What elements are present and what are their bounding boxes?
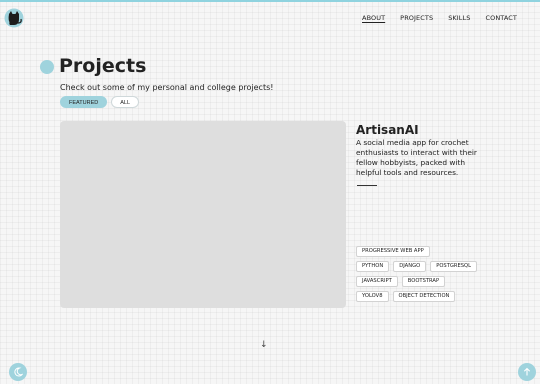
theme-toggle-button[interactable] xyxy=(9,363,27,381)
top-accent-bar xyxy=(0,0,540,2)
project-title: ArtisanAI xyxy=(356,123,419,137)
main-nav: ABOUT PROJECTS SKILLS CONTACT xyxy=(362,14,517,22)
tag-django: DJANGO xyxy=(393,261,427,272)
nav-contact[interactable]: CONTACT xyxy=(485,14,517,22)
scroll-down-arrow-icon[interactable]: ↓ xyxy=(260,340,268,350)
title-dot xyxy=(40,60,54,74)
tag-row: YOLOV8 OBJECT DETECTION xyxy=(356,291,506,302)
moon-icon xyxy=(14,367,23,377)
tag-yolov8: YOLOV8 xyxy=(356,291,389,302)
tag-row: JAVASCRIPT BOOTSTRAP xyxy=(356,276,506,287)
project-description: A social media app for crochet enthusias… xyxy=(356,138,477,177)
tag-python: PYTHON xyxy=(356,261,390,272)
arrow-up-icon xyxy=(523,367,531,376)
nav-skills[interactable]: SKILLS xyxy=(448,14,470,22)
tag-bootstrap: BOOTSTRAP xyxy=(401,276,446,287)
filter-featured-button[interactable]: FEATURED xyxy=(60,96,108,108)
tech-tags: PROGRESSIVE WEB APP PYTHON DJANGO POSTGR… xyxy=(356,246,506,306)
cat-logo-icon[interactable] xyxy=(4,8,24,28)
tag-object-detection: OBJECT DETECTION xyxy=(392,291,456,302)
scroll-to-top-button[interactable] xyxy=(518,363,536,381)
tag-row: PYTHON DJANGO POSTGRESQL xyxy=(356,261,506,272)
nav-projects[interactable]: PROJECTS xyxy=(400,14,433,22)
project-preview-image[interactable] xyxy=(60,121,346,308)
page-subtitle: Check out some of my personal and colleg… xyxy=(60,83,274,92)
tag-postgresql: POSTGRESQL xyxy=(430,261,478,272)
tag-progressive-web-app: PROGRESSIVE WEB APP xyxy=(356,246,430,257)
nav-about[interactable]: ABOUT xyxy=(362,14,385,22)
filter-all-button[interactable]: ALL xyxy=(111,96,140,108)
divider xyxy=(357,185,377,186)
page-title: Projects xyxy=(59,55,147,77)
tag-row: PROGRESSIVE WEB APP xyxy=(356,246,506,257)
tag-javascript: JAVASCRIPT xyxy=(356,276,398,287)
project-filters: FEATURED ALL xyxy=(60,96,140,108)
